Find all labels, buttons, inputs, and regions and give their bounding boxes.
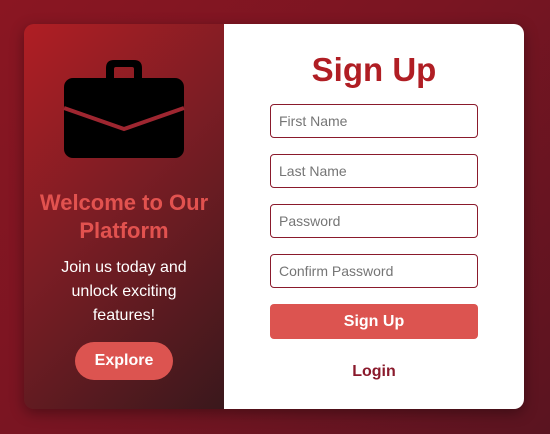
signup-form-panel: Sign Up Sign Up Login [224, 24, 524, 409]
login-link[interactable]: Login [224, 362, 524, 382]
welcome-description: Join us today and unlock exciting featur… [61, 259, 187, 324]
welcome-title: Welcome to Our Platform [39, 190, 209, 243]
briefcase-icon [63, 60, 185, 158]
form-title: Sign Up [311, 51, 437, 88]
last-name-input[interactable] [270, 154, 478, 188]
confirm-password-input[interactable] [270, 254, 478, 288]
first-name-input[interactable] [270, 104, 478, 138]
signup-button[interactable]: Sign Up [270, 304, 478, 339]
welcome-panel: Welcome to Our Platform Join us today an… [24, 24, 224, 409]
signup-card: Welcome to Our Platform Join us today an… [24, 24, 524, 409]
explore-button[interactable]: Explore [75, 342, 173, 380]
password-input[interactable] [270, 204, 478, 238]
